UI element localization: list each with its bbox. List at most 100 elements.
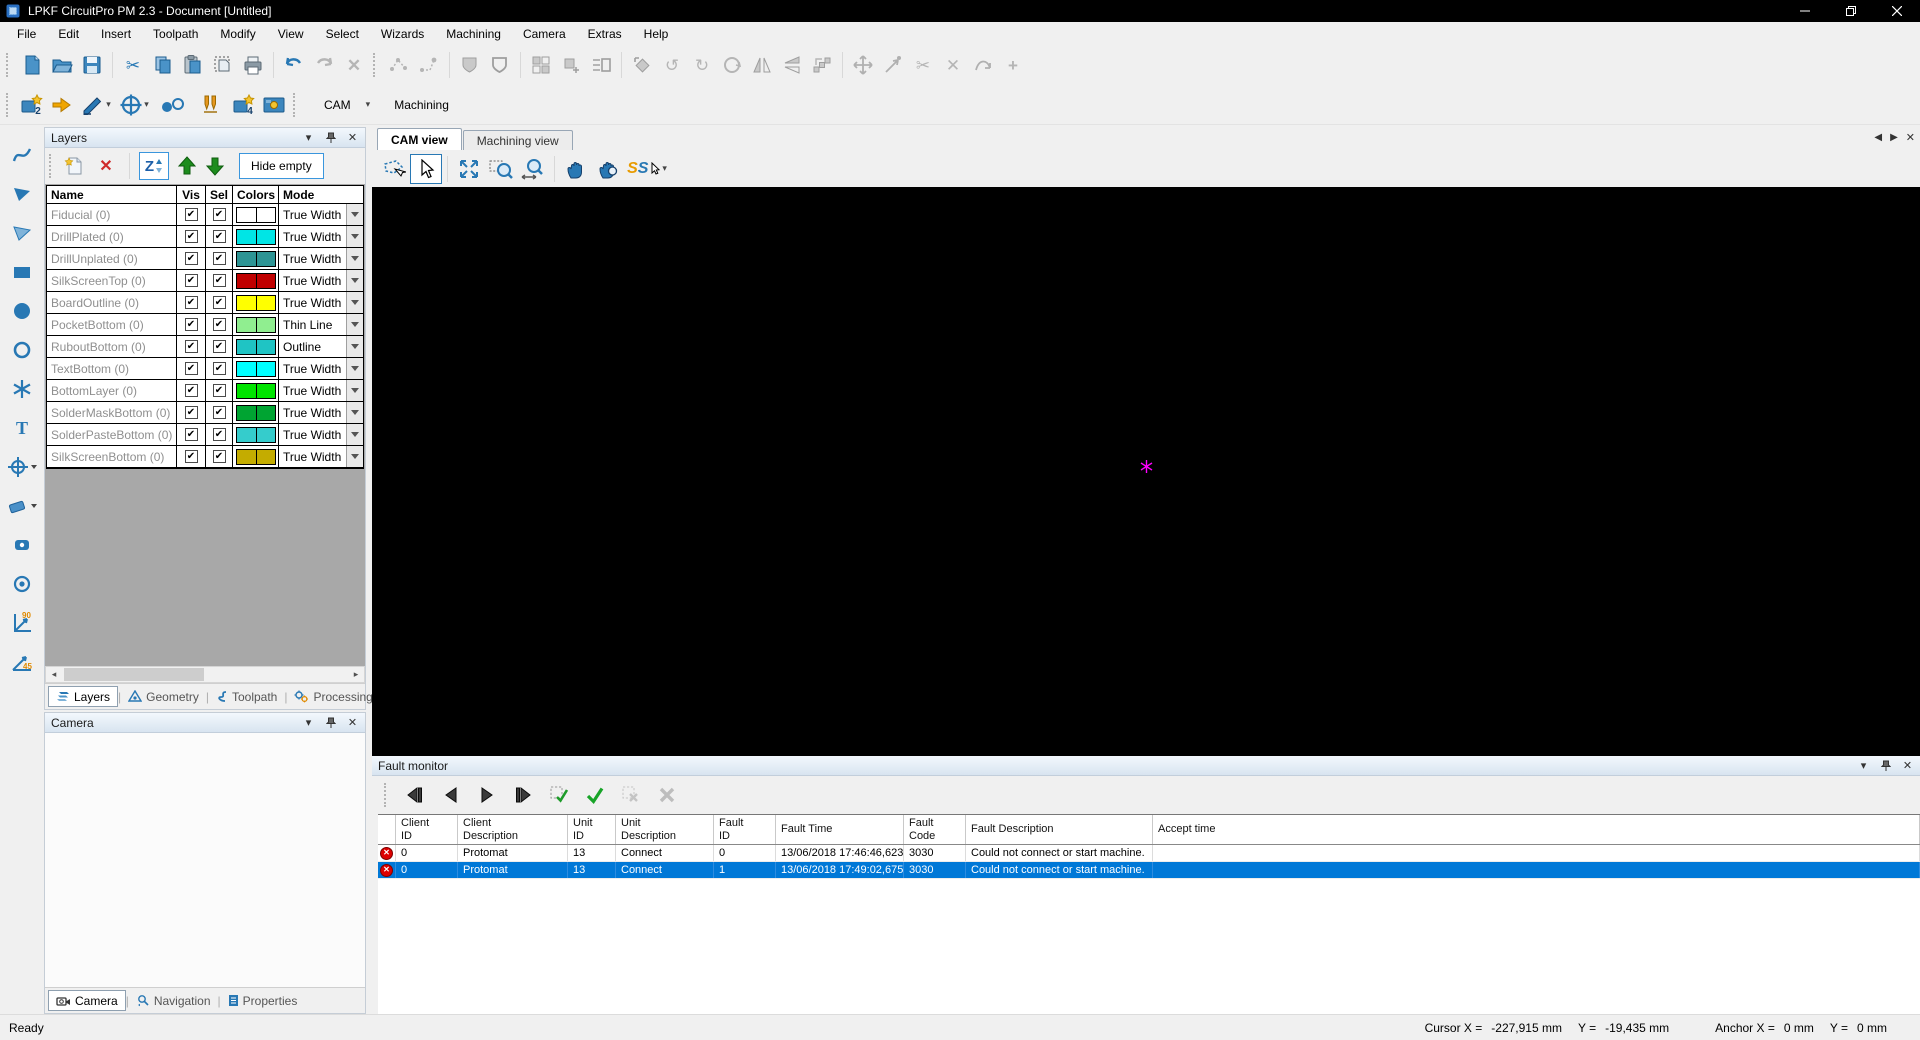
layer-mode-value[interactable]: True Width bbox=[279, 292, 346, 313]
layer-mode-dropdown[interactable] bbox=[346, 204, 363, 225]
toolbar-grip[interactable] bbox=[373, 53, 379, 77]
cut-button[interactable]: ✂ bbox=[118, 50, 148, 80]
visibility-checkbox[interactable]: ✔ bbox=[185, 296, 198, 309]
cam-canvas[interactable] bbox=[372, 187, 1920, 756]
layer-name[interactable]: RuboutBottom (0) bbox=[47, 336, 177, 357]
rubout-tool-button[interactable] bbox=[5, 376, 39, 401]
tab-scroll-left-button[interactable]: ◀ bbox=[1874, 132, 1882, 143]
rotate-ccw-button[interactable]: ↺ bbox=[657, 50, 687, 80]
delete-button[interactable]: ✕ bbox=[339, 50, 369, 80]
tab-close-button[interactable]: ✕ bbox=[1906, 131, 1915, 144]
flip-button[interactable] bbox=[777, 50, 807, 80]
tab-machining-view[interactable]: Machining view bbox=[463, 130, 573, 150]
scroll-left-arrow[interactable]: ◂ bbox=[46, 667, 62, 682]
copy-button[interactable] bbox=[148, 50, 178, 80]
print-button[interactable] bbox=[238, 50, 268, 80]
visibility-checkbox[interactable]: ✔ bbox=[185, 340, 198, 353]
layer-mode-dropdown[interactable] bbox=[346, 380, 363, 401]
layer-mode-value[interactable]: True Width bbox=[279, 204, 346, 225]
save-button[interactable] bbox=[77, 50, 107, 80]
layer-color-swatch[interactable] bbox=[236, 317, 276, 333]
layer-mode-value[interactable]: True Width bbox=[279, 358, 346, 379]
layer-color-swatch[interactable] bbox=[236, 207, 276, 223]
lasso-select-button[interactable] bbox=[378, 154, 410, 184]
layer-color-swatch[interactable] bbox=[236, 229, 276, 245]
fault-row[interactable]: ✕ 0 Protomat 13 Connect 1 13/06/2018 17:… bbox=[378, 862, 1920, 879]
polygon-tool-button[interactable] bbox=[5, 220, 39, 245]
circle-filled-tool-button[interactable] bbox=[5, 298, 39, 323]
visibility-checkbox[interactable]: ✔ bbox=[185, 252, 198, 265]
open-file-button[interactable] bbox=[47, 50, 77, 80]
previous-fault-button[interactable] bbox=[435, 780, 467, 810]
rotate-free-button[interactable] bbox=[717, 50, 747, 80]
circle-tool-button[interactable] bbox=[5, 337, 39, 362]
redo-button[interactable] bbox=[309, 50, 339, 80]
tab-scroll-right-button[interactable]: ▶ bbox=[1890, 132, 1898, 143]
layer-color-swatch[interactable] bbox=[236, 251, 276, 267]
processing-wizard-button[interactable]: 4 bbox=[229, 90, 259, 120]
accept-selected-button[interactable] bbox=[543, 780, 575, 810]
menu-item[interactable]: View bbox=[267, 24, 315, 44]
panel-menu-button[interactable]: ▾ bbox=[1857, 759, 1870, 773]
layer-mode-dropdown[interactable] bbox=[346, 402, 363, 423]
layer-name[interactable]: TextBottom (0) bbox=[47, 358, 177, 379]
layer-color-swatch[interactable] bbox=[236, 295, 276, 311]
toolbar-grip[interactable] bbox=[6, 53, 12, 77]
visibility-checkbox[interactable]: ✔ bbox=[185, 450, 198, 463]
pin-icon[interactable] bbox=[1879, 759, 1892, 773]
layer-mode-dropdown[interactable] bbox=[346, 314, 363, 335]
tool-magazine-button[interactable] bbox=[191, 90, 229, 120]
close-icon[interactable]: ✕ bbox=[346, 131, 359, 145]
rectangle-tool-button[interactable] bbox=[5, 259, 39, 284]
visibility-checkbox[interactable]: ✔ bbox=[185, 318, 198, 331]
fiducial-tool-button[interactable] bbox=[5, 571, 39, 596]
layer-row[interactable]: TextBottom (0) ✔ ✔ True Width bbox=[47, 358, 363, 380]
mirror-button[interactable] bbox=[747, 50, 777, 80]
layer-mode-dropdown[interactable] bbox=[346, 446, 363, 467]
transform-button[interactable] bbox=[627, 50, 657, 80]
layer-name[interactable]: BottomLayer (0) bbox=[47, 380, 177, 401]
anchor-point-button[interactable] bbox=[556, 50, 586, 80]
angle-90-tool-button[interactable]: 90 bbox=[5, 610, 39, 635]
process-planning-wizard-button[interactable]: 2 bbox=[17, 90, 47, 120]
undo-button[interactable] bbox=[279, 50, 309, 80]
polygon-filled-tool-button[interactable] bbox=[5, 181, 39, 206]
layer-color-swatch[interactable] bbox=[236, 449, 276, 465]
move-layer-down-button[interactable] bbox=[201, 152, 229, 180]
layer-name[interactable]: SilkScreenTop (0) bbox=[47, 270, 177, 291]
layer-row[interactable]: SolderPasteBottom (0) ✔ ✔ True Width bbox=[47, 424, 363, 446]
layer-name[interactable]: SilkScreenBottom (0) bbox=[47, 446, 177, 467]
layer-color-swatch[interactable] bbox=[236, 383, 276, 399]
tab-properties[interactable]: Properties bbox=[221, 990, 305, 1011]
layer-mode-dropdown[interactable] bbox=[346, 292, 363, 313]
pan-zoom-button[interactable] bbox=[592, 154, 624, 184]
tab-toolpath[interactable]: Toolpath bbox=[209, 686, 284, 707]
layer-mode-dropdown[interactable] bbox=[346, 270, 363, 291]
rotate-cw-button[interactable]: ↻ bbox=[687, 50, 717, 80]
menu-item[interactable]: Modify bbox=[209, 24, 266, 44]
layer-mode-value[interactable]: True Width bbox=[279, 248, 346, 269]
menu-item[interactable]: File bbox=[6, 24, 47, 44]
cut-segment-button[interactable]: ✂ bbox=[908, 50, 938, 80]
layer-row[interactable]: SolderMaskBottom (0) ✔ ✔ True Width bbox=[47, 402, 363, 424]
restore-button[interactable] bbox=[1828, 0, 1874, 22]
open-contour-button[interactable] bbox=[485, 50, 515, 80]
layer-name[interactable]: DrillUnplated (0) bbox=[47, 248, 177, 269]
close-contour-button[interactable] bbox=[455, 50, 485, 80]
panel-menu-button[interactable]: ▾ bbox=[302, 131, 315, 145]
pin-icon[interactable] bbox=[324, 716, 337, 730]
visibility-checkbox[interactable]: ✔ bbox=[185, 384, 198, 397]
layer-color-swatch[interactable] bbox=[236, 361, 276, 377]
pan-button[interactable] bbox=[560, 154, 592, 184]
panel-menu-button[interactable]: ▾ bbox=[302, 716, 315, 730]
layer-mode-value[interactable]: True Width bbox=[279, 380, 346, 401]
paste-button[interactable] bbox=[178, 50, 208, 80]
layer-row[interactable]: DrillPlated (0) ✔ ✔ True Width bbox=[47, 226, 363, 248]
menu-item[interactable]: Camera bbox=[512, 24, 577, 44]
board-view-button[interactable] bbox=[259, 90, 289, 120]
pads-tool-button[interactable] bbox=[153, 90, 191, 120]
scrollbar-thumb[interactable] bbox=[64, 668, 204, 681]
measure-button[interactable] bbox=[878, 50, 908, 80]
layer-name[interactable]: BoardOutline (0) bbox=[47, 292, 177, 313]
delete-segment-button[interactable]: ✕ bbox=[938, 50, 968, 80]
